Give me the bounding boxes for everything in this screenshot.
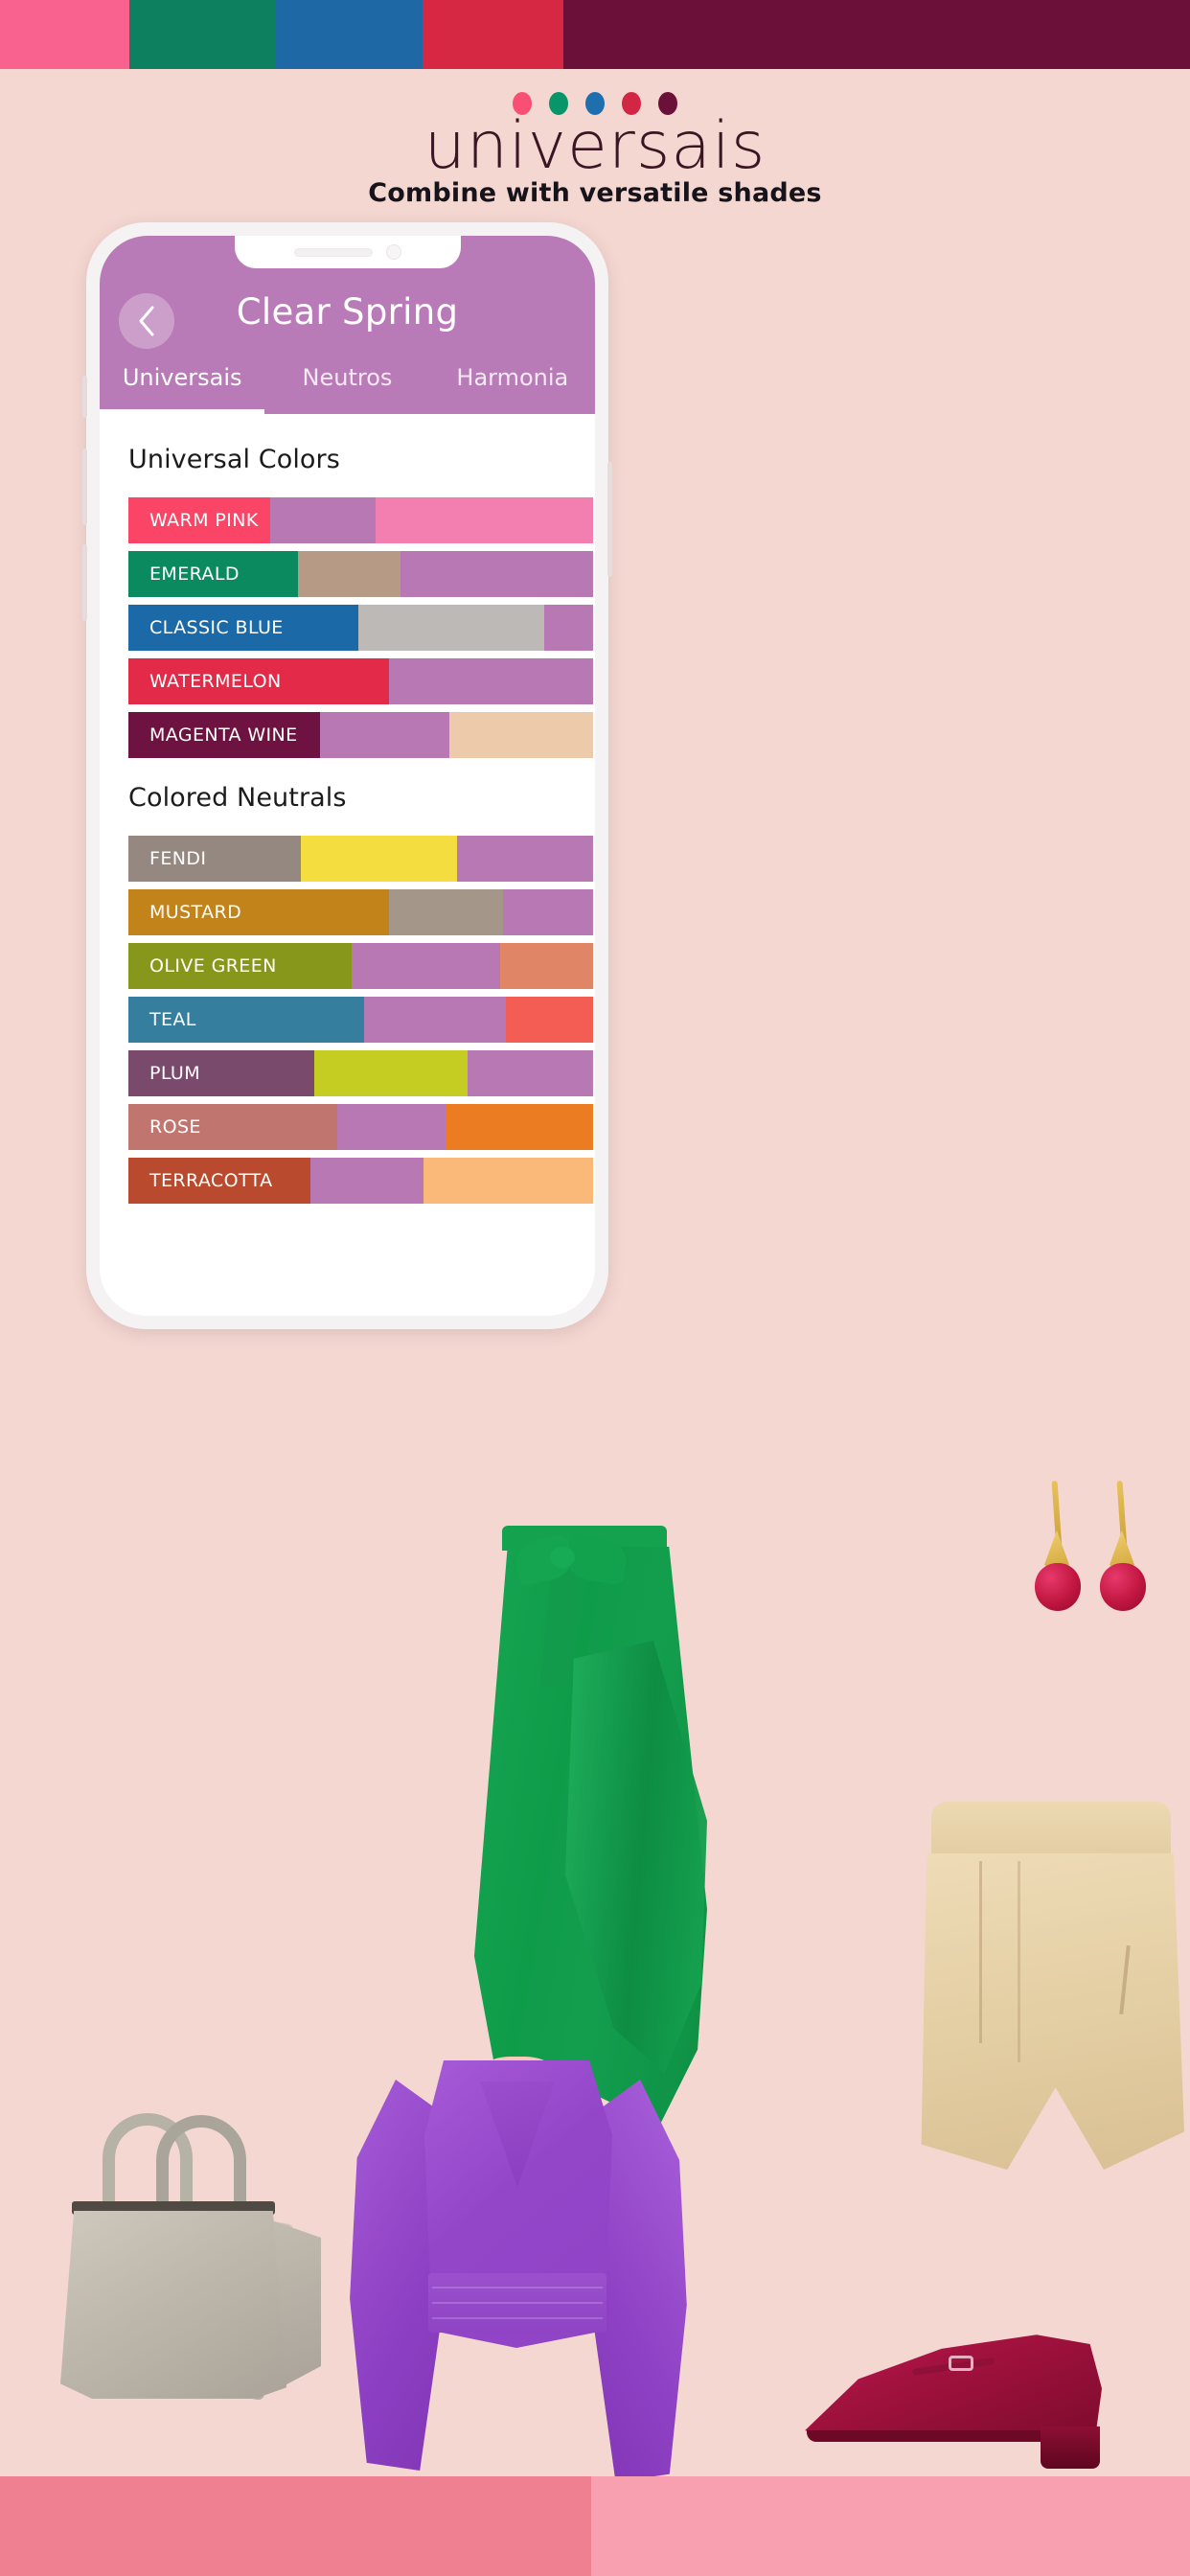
burgundy-flat-shoe: [805, 2310, 1121, 2482]
top-swatch-watermelon: [423, 0, 563, 69]
color-bar-segment: [446, 1104, 593, 1150]
top-swatch-classic-blue: [275, 0, 423, 69]
purple-crop-blouse: [340, 2047, 697, 2497]
color-bar-label: ROSE: [128, 1104, 337, 1150]
tab-harmonia[interactable]: Harmonia: [430, 362, 595, 414]
color-bar-label: MAGENTA WINE: [128, 712, 320, 758]
color-bar-segment: [376, 497, 593, 543]
color-bar-segment: [270, 497, 376, 543]
page-title: universais: [423, 108, 767, 184]
color-bar-list: WARM PINK EMERALD CLASSIC BLUE WATERMELON MA…: [100, 497, 595, 758]
phone-mockup: Clear Spring Universais Neutros Harmonia U…: [82, 222, 612, 1329]
color-bar-row[interactable]: MUSTARD: [128, 889, 595, 935]
color-bar-segment: [500, 943, 593, 989]
color-bar-label: MUSTARD: [128, 889, 389, 935]
color-bar-label: TEAL: [128, 997, 364, 1043]
bottom-swatch-rose-left: [0, 2476, 591, 2576]
color-bar-label: OLIVE GREEN: [128, 943, 352, 989]
top-swatch-magenta-wine: [563, 0, 1190, 69]
bottom-color-stripe: [0, 2476, 1190, 2576]
color-bar-segment: [358, 605, 544, 651]
section-title: Universal Colors: [128, 445, 340, 474]
color-bar-row[interactable]: FENDI: [128, 836, 595, 882]
phone-button-power: [607, 462, 612, 577]
color-bar-row[interactable]: TEAL: [128, 997, 595, 1043]
color-bar-segment: [364, 997, 506, 1043]
color-bar-segment: [506, 997, 593, 1043]
speaker-icon: [293, 247, 373, 257]
poster-root: universais Combine with versatile shades: [0, 0, 1190, 2576]
color-bar-segment: [298, 551, 400, 597]
color-bar-segment: [468, 1050, 593, 1096]
tab-universais[interactable]: Universais: [100, 362, 265, 414]
phone-button-mute: [82, 376, 87, 418]
phone-button-volume-up: [82, 448, 87, 525]
tab-neutros[interactable]: Neutros: [264, 362, 429, 414]
section-title: Colored Neutrals: [128, 783, 347, 813]
color-bar-row[interactable]: CLASSIC BLUE: [128, 605, 595, 651]
color-bar-row[interactable]: ROSE: [128, 1104, 595, 1150]
color-bar-row[interactable]: TERRACOTTA: [128, 1158, 595, 1204]
color-bar-row[interactable]: EMERALD: [128, 551, 595, 597]
color-bar-segment: [400, 551, 593, 597]
page-subtitle: Combine with versatile shades: [368, 178, 822, 208]
color-bar-segment: [352, 943, 500, 989]
color-bar-row[interactable]: WARM PINK: [128, 497, 595, 543]
color-bar-label: FENDI: [128, 836, 301, 882]
color-bar-segment: [389, 658, 593, 704]
bottom-swatch-rose-right: [591, 2476, 1190, 2576]
color-bar-segment: [423, 1158, 593, 1204]
color-bar-label: TERRACOTTA: [128, 1158, 310, 1204]
color-bar-segment: [301, 836, 457, 882]
color-bar-segment: [337, 1104, 446, 1150]
phone-notch: [234, 236, 461, 268]
color-bar-segment: [457, 836, 593, 882]
grey-leather-handbag: [53, 2113, 340, 2402]
green-wrap-skirt: [462, 1526, 713, 2147]
color-bar-row[interactable]: OLIVE GREEN: [128, 943, 595, 989]
color-bar-segment: [544, 605, 593, 651]
app-content: Universal Colors WARM PINK EMERALD CLASSIC …: [100, 414, 595, 1316]
top-swatch-emerald: [129, 0, 275, 69]
color-bar-label: PLUM: [128, 1050, 314, 1096]
color-bar-segment: [449, 712, 593, 758]
top-swatch-warm-pink: [0, 0, 129, 69]
color-bar-row[interactable]: PLUM: [128, 1050, 595, 1096]
color-bar-row[interactable]: MAGENTA WINE: [128, 712, 595, 758]
color-bar-label: WARM PINK: [128, 497, 270, 543]
color-bar-segment: [320, 712, 449, 758]
color-bar-label: CLASSIC BLUE: [128, 605, 358, 651]
color-bar-list: FENDI MUSTARD OLIVE GREEN TEAL PLUM ROSE TERRA…: [100, 836, 595, 1204]
color-bar-segment: [310, 1158, 423, 1204]
phone-button-volume-down: [82, 544, 87, 621]
phone-screen: Clear Spring Universais Neutros Harmonia U…: [100, 236, 595, 1316]
red-drop-earrings: [1033, 1480, 1163, 1624]
beige-shorts: [910, 1802, 1188, 2179]
top-color-stripe: [0, 0, 1190, 69]
color-bar-segment: [503, 889, 593, 935]
app-screen-title: Clear Spring: [236, 291, 459, 333]
color-bar-label: EMERALD: [128, 551, 298, 597]
color-bar-segment: [314, 1050, 468, 1096]
color-bar-row[interactable]: WATERMELON: [128, 658, 595, 704]
color-bar-label: WATERMELON: [128, 658, 389, 704]
color-bar-segment: [389, 889, 503, 935]
front-camera-icon: [385, 244, 401, 260]
tab-bar: Universais Neutros Harmonia: [100, 362, 595, 414]
